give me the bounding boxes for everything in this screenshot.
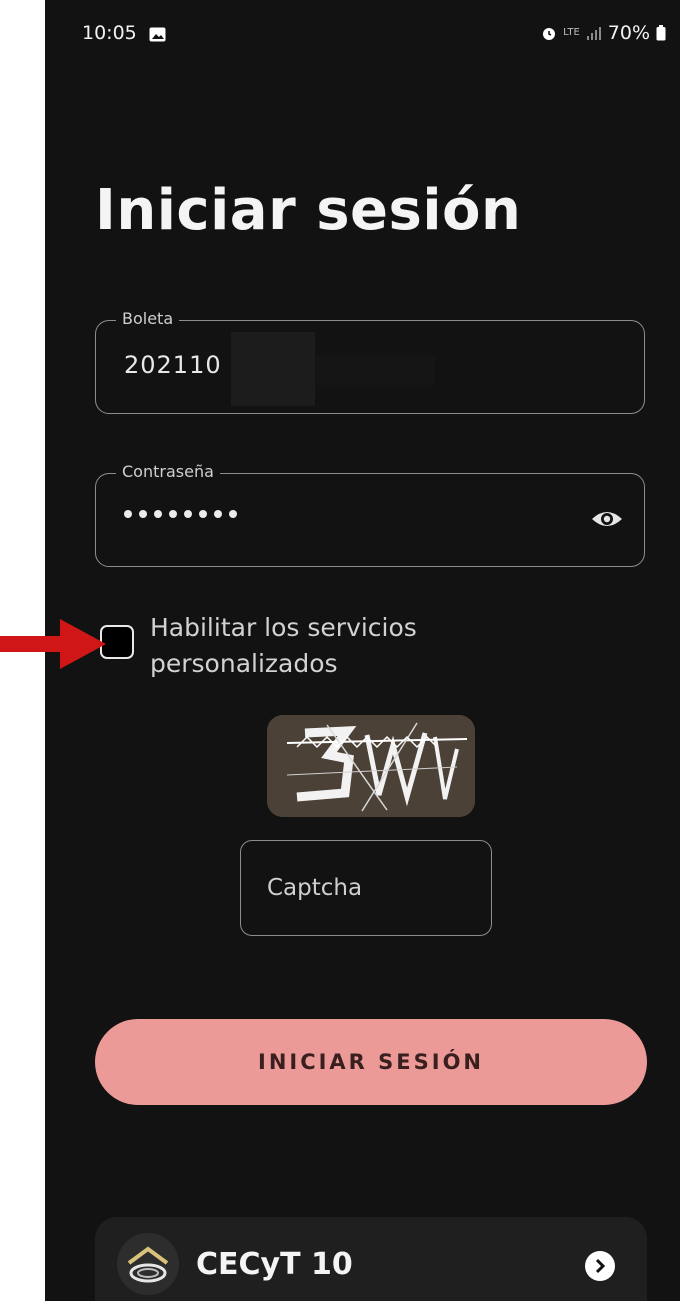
captcha-noise-graphic (267, 715, 475, 817)
network-type: LTE (563, 27, 580, 38)
password-label: Contraseña (116, 462, 220, 481)
school-logo (117, 1233, 179, 1295)
app-screen: 10:05 LTE 70% Iniciar sesión Boleta 2021… (45, 0, 680, 1301)
signal-icon (586, 27, 601, 40)
captcha-image (267, 715, 475, 817)
password-mask[interactable] (124, 510, 237, 518)
image-notification-icon (149, 27, 166, 42)
personalized-services-label[interactable]: Habilitar los servicios personalizados (150, 610, 510, 682)
redacted-area (231, 332, 315, 406)
battery-icon (656, 25, 666, 41)
boleta-value[interactable]: 202110 (124, 351, 222, 379)
boleta-label: Boleta (116, 309, 180, 328)
school-logo-graphic (127, 1246, 169, 1283)
school-name: CECyT 10 (196, 1247, 353, 1282)
status-time: 10:05 (82, 22, 137, 44)
alarm-icon (543, 28, 556, 40)
password-field[interactable]: Contraseña (95, 462, 645, 567)
page-title: Iniciar sesión (95, 178, 522, 243)
captcha-input[interactable]: Captcha (240, 840, 492, 936)
login-button[interactable]: INICIAR SESIÓN (95, 1019, 647, 1105)
annotation-arrow-icon (0, 619, 106, 669)
battery-percent: 70% (607, 22, 650, 44)
status-bar: 10:05 LTE 70% (45, 0, 680, 60)
redacted-area-secondary (315, 355, 435, 385)
eye-icon[interactable] (590, 506, 624, 532)
status-icons: LTE 70% (541, 22, 666, 44)
captcha-placeholder: Captcha (267, 875, 363, 901)
school-selector[interactable]: CECyT 10 (95, 1217, 647, 1301)
chevron-right-icon[interactable] (585, 1251, 615, 1281)
